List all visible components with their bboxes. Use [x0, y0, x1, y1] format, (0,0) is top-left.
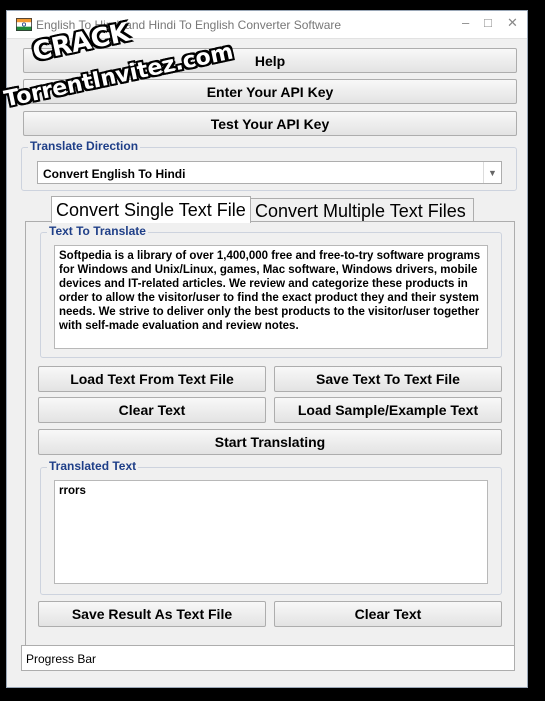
- text-to-translate-input[interactable]: Softpedia is a library of over 1,400,000…: [54, 245, 488, 349]
- text-to-translate-legend: Text To Translate: [47, 224, 148, 238]
- clear-text-button[interactable]: Clear Text: [38, 397, 266, 423]
- translated-text-output[interactable]: rrors: [54, 480, 488, 584]
- load-sample-text-button[interactable]: Load Sample/Example Text: [274, 397, 502, 423]
- progress-bar: Progress Bar: [21, 645, 515, 671]
- india-flag-icon: [16, 18, 32, 31]
- clear-result-button[interactable]: Clear Text: [274, 601, 502, 627]
- translate-direction-value: Convert English To Hindi: [43, 167, 186, 181]
- tab-panel-single-file: Text To Translate Softpedia is a library…: [25, 221, 515, 647]
- text-to-translate-group: Text To Translate Softpedia is a library…: [40, 224, 502, 358]
- test-api-key-button[interactable]: Test Your API Key: [23, 111, 517, 136]
- start-translating-button[interactable]: Start Translating: [38, 429, 502, 455]
- close-button[interactable]: ✕: [507, 15, 518, 31]
- tab-single-file[interactable]: Convert Single Text File: [51, 196, 251, 223]
- maximize-button[interactable]: □: [484, 15, 492, 30]
- load-text-file-button[interactable]: Load Text From Text File: [38, 366, 266, 392]
- app-window: English To Hindi and Hindi To English Co…: [6, 10, 528, 688]
- minimize-button[interactable]: –: [462, 15, 469, 30]
- translated-text-group: Translated Text rrors: [40, 459, 502, 595]
- translate-direction-group: Translate Direction Convert English To H…: [21, 139, 517, 191]
- save-result-button[interactable]: Save Result As Text File: [38, 601, 266, 627]
- save-text-file-button[interactable]: Save Text To Text File: [274, 366, 502, 392]
- translated-text-legend: Translated Text: [47, 459, 139, 473]
- chevron-down-icon[interactable]: ▼: [483, 162, 501, 183]
- translate-direction-legend: Translate Direction: [28, 139, 141, 153]
- tab-multiple-files[interactable]: Convert Multiple Text Files: [250, 198, 474, 223]
- translate-direction-select[interactable]: Convert English To Hindi ▼: [37, 161, 502, 184]
- progress-bar-label: Progress Bar: [26, 652, 97, 666]
